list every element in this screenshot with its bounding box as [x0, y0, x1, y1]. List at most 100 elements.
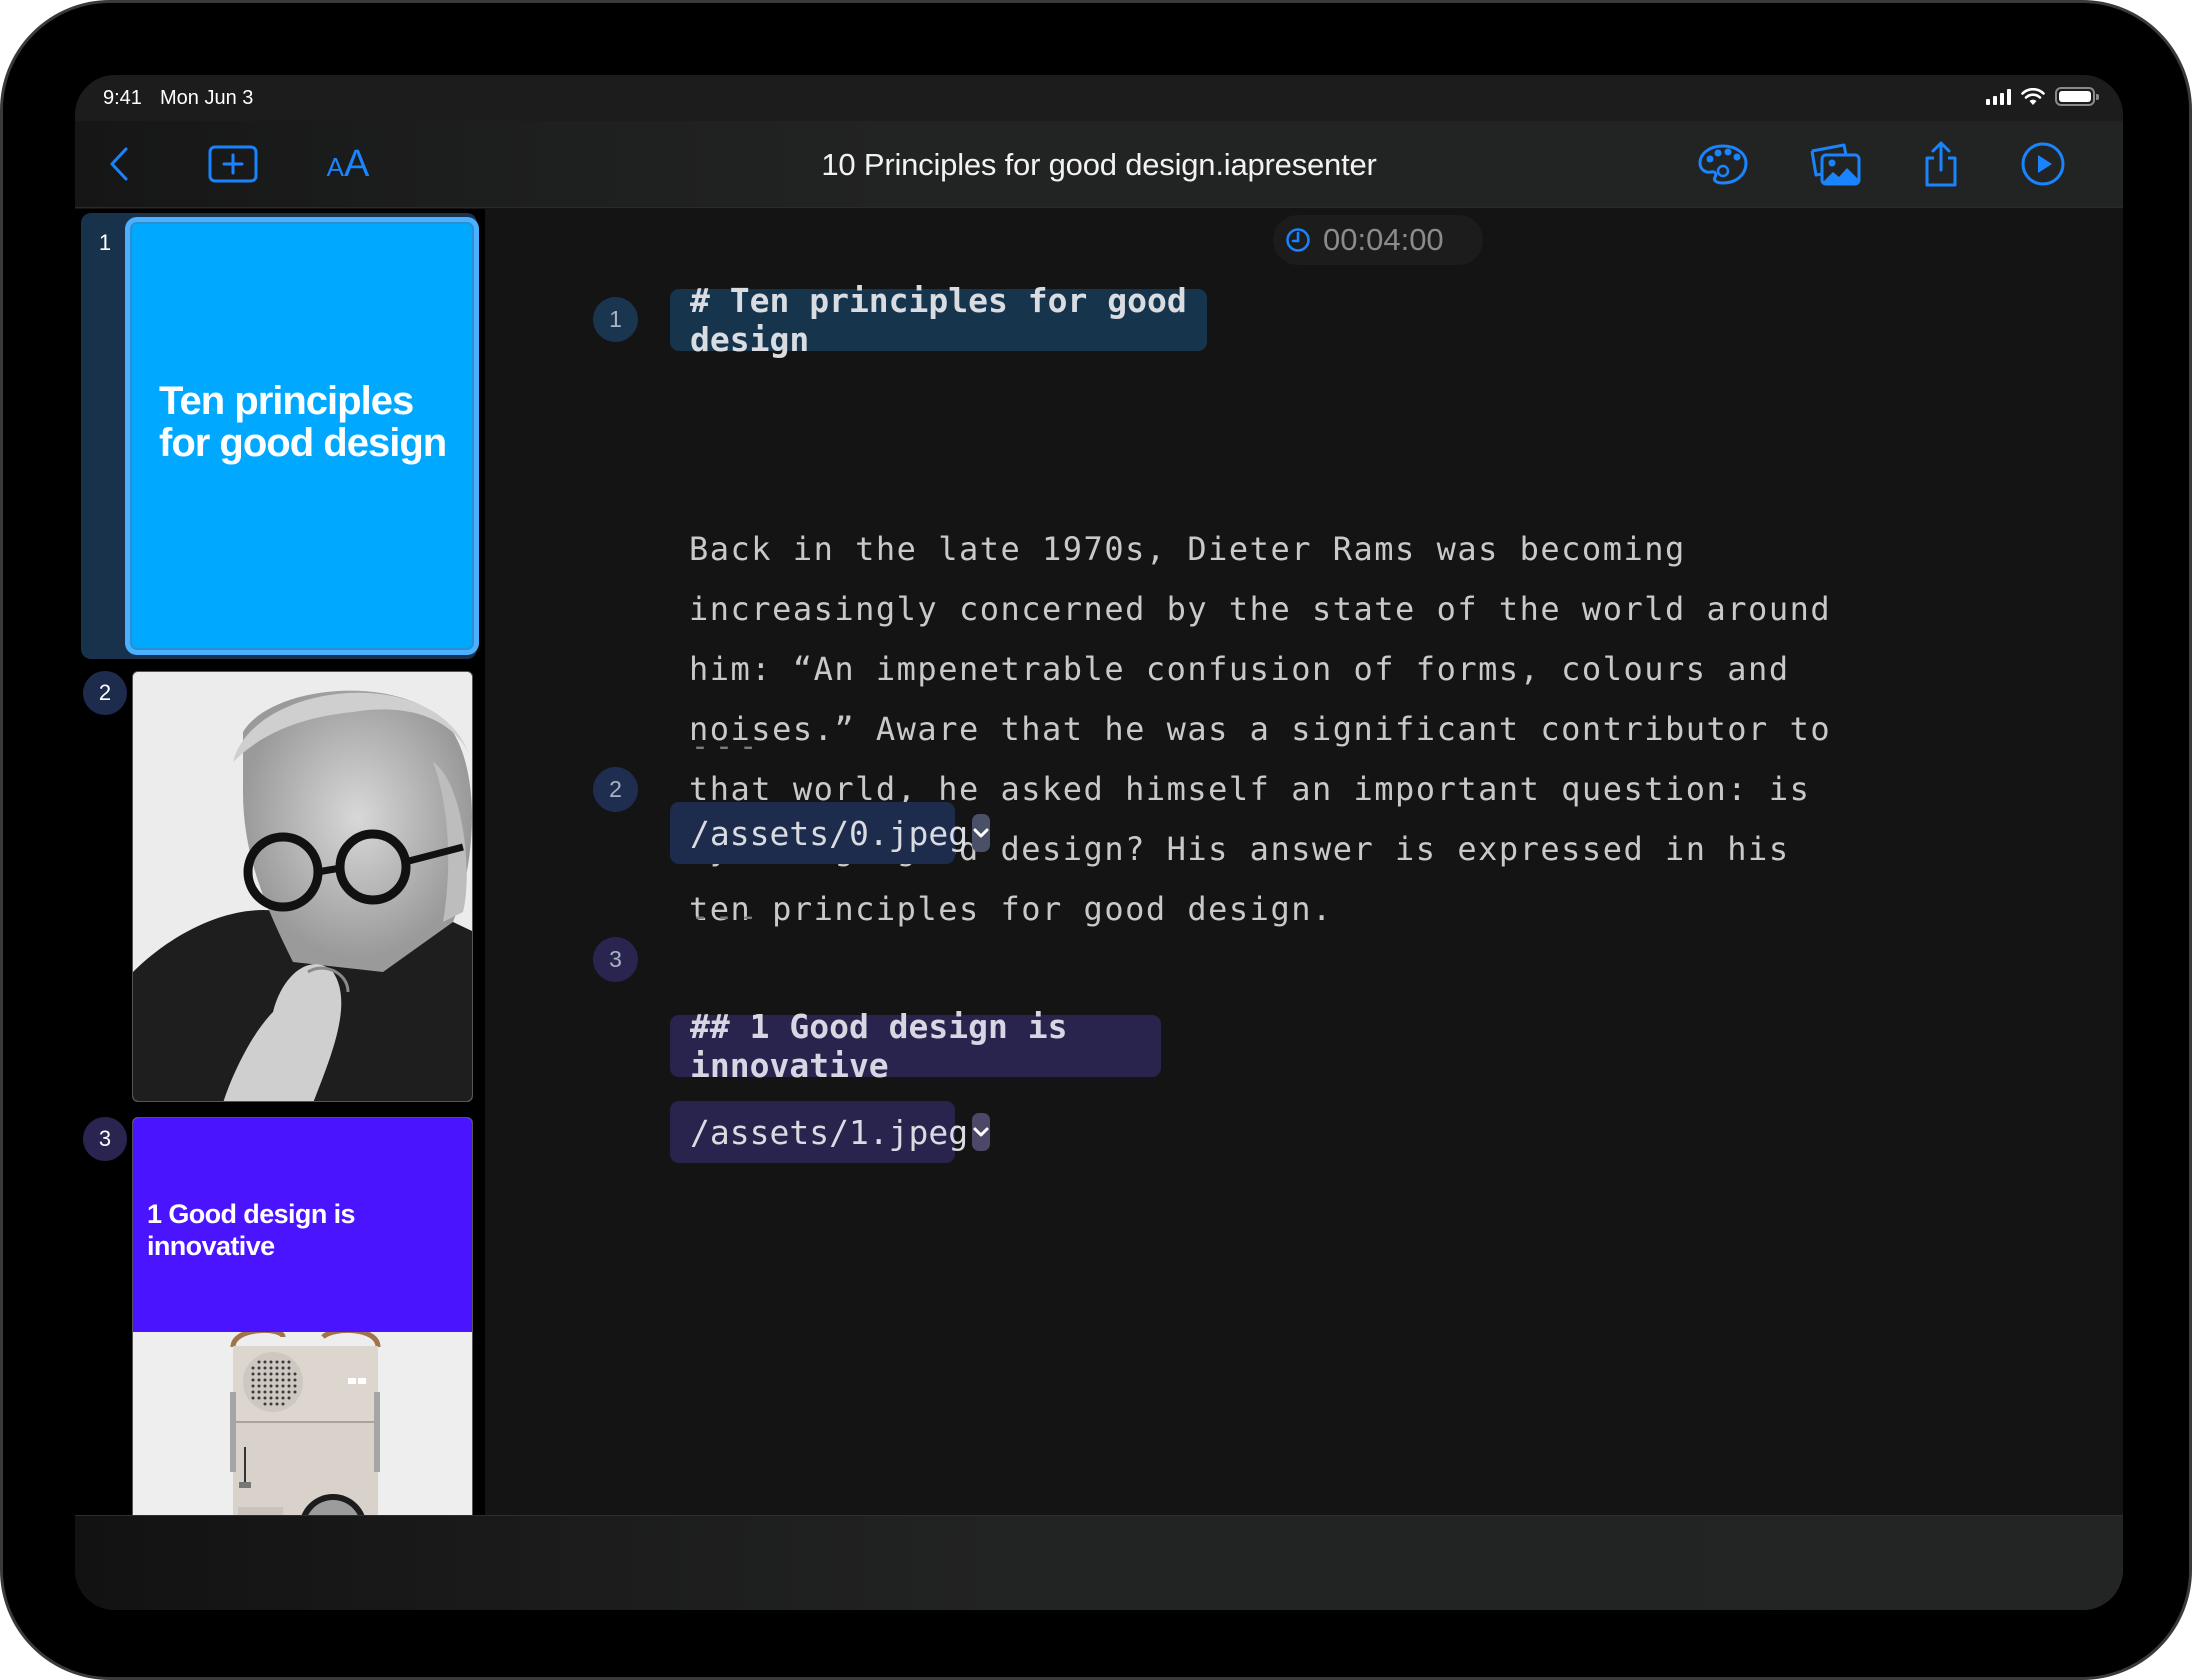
asset-path: /assets/0.jpeg	[690, 813, 969, 853]
share-button[interactable]	[1913, 139, 1969, 189]
asset-path: /assets/1.jpeg	[690, 1112, 969, 1152]
grille-dot	[251, 1378, 255, 1382]
grille-dot	[287, 1366, 291, 1370]
grille-dot	[281, 1384, 285, 1388]
chevron-down-icon	[973, 1127, 989, 1137]
grille-dot	[287, 1384, 291, 1388]
heading-1[interactable]: # Ten principles for good design	[670, 281, 1207, 359]
heading-2[interactable]: ## 1 Good design is innovative	[670, 1007, 1161, 1085]
slide-thumbnail-1[interactable]: 1 Ten principles for good design	[75, 213, 485, 659]
grille-dot	[251, 1390, 255, 1394]
grille-dot	[269, 1396, 273, 1400]
slide-title: 1 Good design is innovative	[147, 1199, 356, 1261]
slide-thumbnail-3[interactable]: 3 1 Good design is innovative	[75, 1109, 485, 1515]
radio-product-image	[133, 1332, 472, 1515]
palette-icon	[1698, 144, 1748, 185]
photos-icon	[1810, 143, 1861, 186]
slide-marker-2[interactable]: 2	[593, 767, 638, 812]
timer-value: 00:04:00	[1323, 222, 1444, 257]
play-circle-icon	[2021, 142, 2065, 186]
slide-number: 1	[98, 230, 112, 255]
grille-dot	[275, 1390, 279, 1394]
clock-icon	[1286, 228, 1310, 252]
grille-dot	[275, 1402, 279, 1406]
asset-options-button[interactable]	[972, 1113, 991, 1151]
grille-dot	[281, 1372, 285, 1376]
grille-dot	[257, 1360, 261, 1364]
grille-dot	[269, 1378, 273, 1382]
grille-dot	[257, 1396, 261, 1400]
slide-preview	[132, 671, 473, 1102]
slide-title-band: 1 Good design is innovative	[133, 1118, 472, 1332]
grille-dot	[263, 1396, 267, 1400]
grille-dot	[263, 1390, 267, 1394]
grille-dot	[251, 1372, 255, 1376]
media-button[interactable]	[1807, 139, 1863, 189]
grille-dot	[257, 1390, 261, 1394]
grille-dot	[275, 1378, 279, 1382]
slide-title: Ten principles for good design	[159, 379, 447, 465]
wifi-icon	[2021, 87, 2045, 105]
slide-number: 3	[83, 1117, 127, 1161]
slide-separator: ---	[691, 899, 764, 934]
grille-dot	[287, 1396, 291, 1400]
presentation-timer[interactable]: 00:04:00	[1273, 215, 1483, 265]
grille-dot	[257, 1378, 261, 1382]
grille-dot	[293, 1384, 297, 1388]
grille-dot	[275, 1384, 279, 1388]
ipad-frame: 9:41 Mon Jun 3 AA 10 Principles for good…	[0, 0, 2192, 1680]
themes-button[interactable]	[1695, 139, 1751, 189]
screen: 9:41 Mon Jun 3 AA 10 Principles for good…	[75, 75, 2123, 1610]
grille-dot	[263, 1384, 267, 1388]
grille-dot	[287, 1372, 291, 1376]
grille-dot	[275, 1360, 279, 1364]
slide-marker-1[interactable]: 1	[593, 297, 638, 342]
grille-dot	[251, 1384, 255, 1388]
slide-preview: 1 Good design is innovative	[132, 1117, 473, 1515]
grille-dot	[263, 1360, 267, 1364]
grille-dot	[281, 1396, 285, 1400]
grille-dot	[275, 1366, 279, 1370]
markdown-editor[interactable]: 00:04:00 1 # Ten principles for good des…	[485, 209, 2123, 1515]
image-asset-1[interactable]: /assets/1.jpeg	[670, 1101, 991, 1163]
grille-dot	[275, 1396, 279, 1400]
grille-dot	[263, 1378, 267, 1382]
image-asset-0[interactable]: /assets/0.jpeg	[670, 802, 991, 864]
slide-number: 2	[83, 671, 127, 715]
grille-dot	[281, 1378, 285, 1382]
slide-marker-3[interactable]: 3	[593, 937, 638, 982]
status-time: 9:41	[103, 87, 142, 109]
slide-preview: Ten principles for good design	[125, 217, 479, 655]
grille-dot	[257, 1384, 261, 1388]
slide-separator: ---	[691, 729, 764, 764]
grille-dot	[269, 1366, 273, 1370]
grille-dot	[269, 1360, 273, 1364]
grille-dot	[269, 1384, 273, 1388]
grille-dot	[287, 1390, 291, 1394]
grille-dot	[287, 1378, 291, 1382]
body-paragraph[interactable]: Back in the late 1970s, Dieter Rams was …	[689, 519, 1989, 939]
grille-dot	[281, 1402, 285, 1406]
portrait-image	[133, 672, 472, 1101]
grille-dot	[293, 1372, 297, 1376]
status-bar: 9:41 Mon Jun 3	[75, 75, 2123, 121]
slide-navigator: 1 Ten principles for good design 2 3 1 G…	[75, 209, 485, 1515]
grille-dot	[287, 1360, 291, 1364]
grille-dot	[281, 1366, 285, 1370]
grille-dot	[281, 1360, 285, 1364]
grille-dot	[275, 1372, 279, 1376]
grille-dot	[257, 1372, 261, 1376]
battery-icon	[2055, 87, 2099, 106]
grille-dot	[293, 1390, 297, 1394]
slide-thumbnail-2[interactable]: 2	[75, 663, 485, 1109]
grille-dot	[263, 1402, 267, 1406]
asset-options-button[interactable]	[972, 814, 991, 852]
speaker-grille	[243, 1352, 303, 1412]
chevron-down-icon	[973, 828, 989, 838]
grille-dot	[263, 1366, 267, 1370]
grille-dot	[269, 1402, 273, 1406]
toolbar: AA 10 Principles for good design.iaprese…	[75, 121, 2123, 208]
grille-dot	[281, 1390, 285, 1394]
grille-dot	[251, 1366, 255, 1370]
play-button[interactable]	[2015, 139, 2071, 189]
